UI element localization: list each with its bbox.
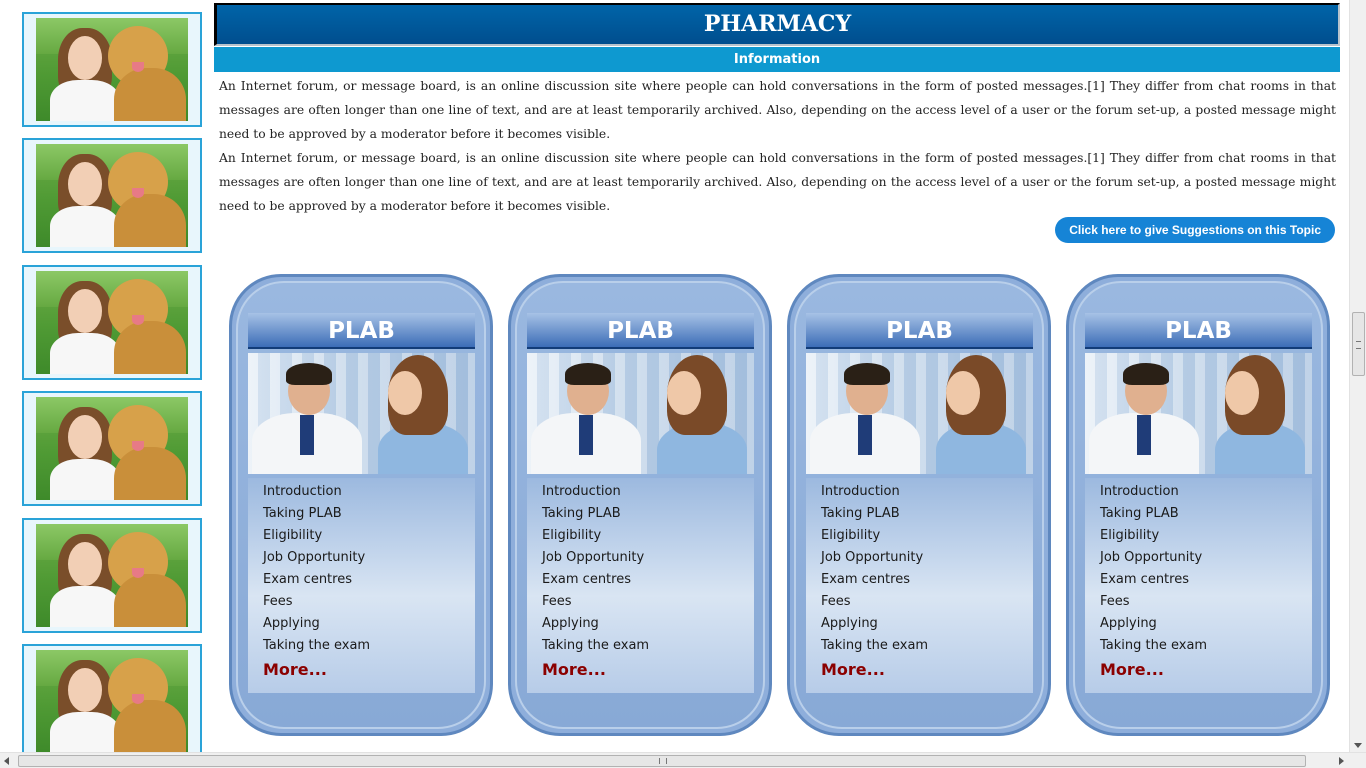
sidebar-photo[interactable]	[22, 391, 202, 506]
suggestions-button[interactable]: Click here to give Suggestions on this T…	[1055, 217, 1335, 243]
doctor-patient-photo	[527, 353, 754, 474]
sidebar-photo[interactable]	[22, 138, 202, 253]
scroll-down-arrow-icon[interactable]	[1354, 743, 1362, 748]
grip-icon	[1356, 341, 1361, 349]
card-title: PLAB	[248, 313, 475, 349]
card-link[interactable]: Taking the exam	[263, 635, 460, 657]
more-link[interactable]: More...	[542, 657, 739, 683]
woman-with-dog-photo	[36, 144, 188, 247]
card-link[interactable]: Taking PLAB	[263, 503, 460, 525]
card-link[interactable]: Job Opportunity	[1100, 547, 1297, 569]
card-link[interactable]: Eligibility	[263, 525, 460, 547]
card-title: PLAB	[806, 313, 1033, 349]
woman-with-dog-photo	[36, 397, 188, 500]
card-link[interactable]: Taking the exam	[821, 635, 1018, 657]
scroll-right-arrow-icon[interactable]	[1339, 757, 1344, 765]
card-link[interactable]: Eligibility	[542, 525, 739, 547]
card-link[interactable]: Applying	[263, 613, 460, 635]
scroll-left-arrow-icon[interactable]	[4, 757, 9, 765]
card-link[interactable]: Fees	[1100, 591, 1297, 613]
card-link[interactable]: Introduction	[1100, 481, 1297, 503]
info-paragraph: An Internet forum, or message board, is …	[219, 151, 1336, 213]
grip-icon	[659, 758, 667, 764]
card-link[interactable]: Introduction	[821, 481, 1018, 503]
page-title: PHARMACY	[214, 3, 1340, 46]
card-link[interactable]: Exam centres	[1100, 569, 1297, 591]
plab-card: PLAB Introduction Taking PLAB Eligibilit…	[1066, 274, 1330, 736]
card-link[interactable]: Exam centres	[263, 569, 460, 591]
woman-with-dog-photo	[36, 524, 188, 627]
doctor-patient-photo	[1085, 353, 1312, 474]
doctor-patient-photo	[806, 353, 1033, 474]
card-link[interactable]: Job Opportunity	[821, 547, 1018, 569]
card-link[interactable]: Job Opportunity	[263, 547, 460, 569]
card-link[interactable]: Fees	[542, 591, 739, 613]
woman-with-dog-photo	[36, 18, 188, 121]
plab-card: PLAB Introduction Taking PLAB Eligibilit…	[787, 274, 1051, 736]
sidebar-photo[interactable]	[22, 12, 202, 127]
section-subtitle: Information	[214, 47, 1340, 72]
sidebar-photo[interactable]	[22, 518, 202, 633]
woman-with-dog-photo	[36, 650, 188, 752]
card-title: PLAB	[527, 313, 754, 349]
woman-with-dog-photo	[36, 271, 188, 374]
card-title: PLAB	[1085, 313, 1312, 349]
card-link[interactable]: Introduction	[542, 481, 739, 503]
sidebar-photo[interactable]	[22, 644, 202, 752]
card-link[interactable]: Taking the exam	[542, 635, 739, 657]
card-link-list: Introduction Taking PLAB Eligibility Job…	[806, 478, 1033, 693]
card-link-list: Introduction Taking PLAB Eligibility Job…	[1085, 478, 1312, 693]
horizontal-scrollbar[interactable]	[0, 752, 1366, 768]
plab-card: PLAB Introduction Taking PLAB Eligibilit…	[508, 274, 772, 736]
info-paragraph: An Internet forum, or message board, is …	[219, 79, 1336, 141]
card-link[interactable]: Introduction	[263, 481, 460, 503]
sidebar-photo-column	[0, 0, 212, 752]
card-link[interactable]: Applying	[542, 613, 739, 635]
card-link[interactable]: Taking PLAB	[821, 503, 1018, 525]
card-link[interactable]: Exam centres	[821, 569, 1018, 591]
doctor-patient-photo	[248, 353, 475, 474]
card-link[interactable]: Taking the exam	[1100, 635, 1297, 657]
card-link[interactable]: Applying	[1100, 613, 1297, 635]
vertical-scrollbar-thumb[interactable]	[1352, 312, 1365, 376]
card-link-list: Introduction Taking PLAB Eligibility Job…	[527, 478, 754, 693]
card-link[interactable]: Taking PLAB	[1100, 503, 1297, 525]
more-link[interactable]: More...	[821, 657, 1018, 683]
vertical-scrollbar[interactable]	[1349, 0, 1366, 752]
more-link[interactable]: More...	[1100, 657, 1297, 683]
plab-card: PLAB Introduction Taking PLAB Eligibilit…	[229, 274, 493, 736]
sidebar-photo[interactable]	[22, 265, 202, 380]
card-link[interactable]: Job Opportunity	[542, 547, 739, 569]
card-link[interactable]: Eligibility	[1100, 525, 1297, 547]
card-link[interactable]: Fees	[263, 591, 460, 613]
more-link[interactable]: More...	[263, 657, 460, 683]
card-link-list: Introduction Taking PLAB Eligibility Job…	[248, 478, 475, 693]
card-link[interactable]: Applying	[821, 613, 1018, 635]
card-link[interactable]: Fees	[821, 591, 1018, 613]
card-link[interactable]: Eligibility	[821, 525, 1018, 547]
card-link[interactable]: Taking PLAB	[542, 503, 739, 525]
horizontal-scrollbar-thumb[interactable]	[18, 755, 1306, 767]
card-link[interactable]: Exam centres	[542, 569, 739, 591]
